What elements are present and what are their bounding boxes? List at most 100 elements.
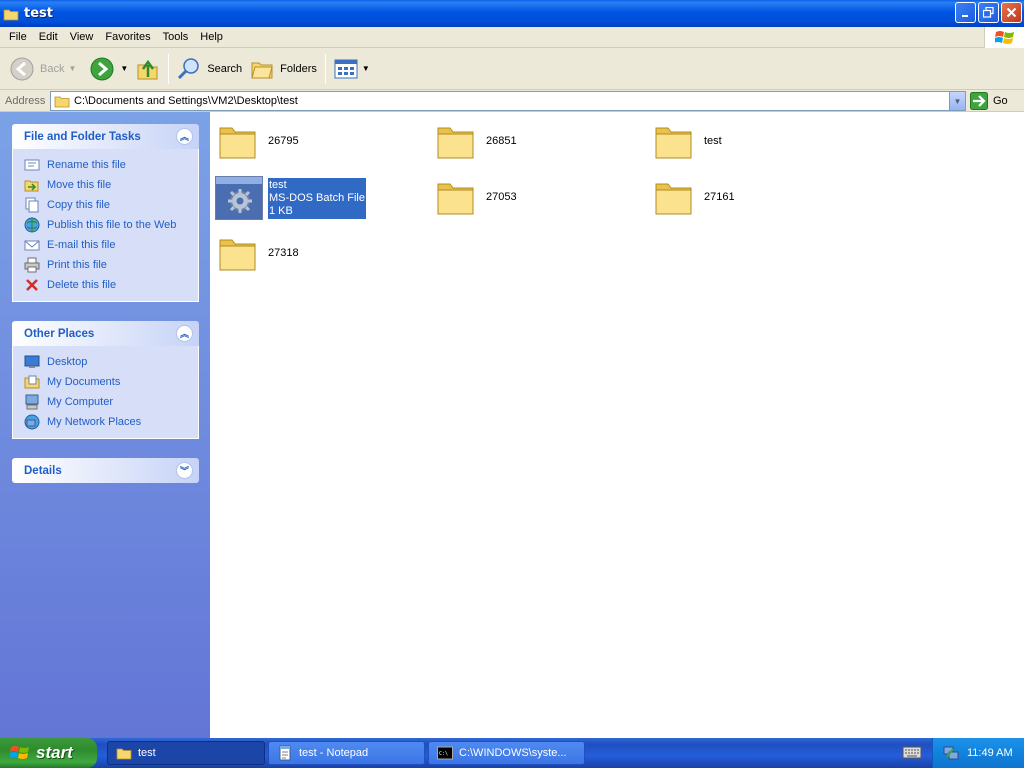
close-button[interactable] — [1001, 2, 1022, 23]
go-button[interactable]: Go — [970, 91, 1008, 111]
forward-dropdown-icon[interactable]: ▼ — [120, 64, 128, 73]
file-name: 27053 — [486, 191, 517, 203]
address-label: Address — [5, 94, 46, 107]
folder-icon — [655, 127, 692, 159]
task-label: Print this file — [47, 259, 107, 271]
address-dropdown-button[interactable]: ▼ — [949, 92, 965, 110]
move-file-link[interactable]: Move this file — [24, 175, 198, 195]
taskbar-item-explorer[interactable]: test — [107, 741, 265, 765]
up-folder-button[interactable] — [132, 51, 164, 87]
task-label: Delete this file — [47, 279, 117, 291]
panel-body: Desktop My Documents My Computer My Netw… — [12, 346, 199, 439]
panel-header[interactable]: Details ︾ — [12, 458, 199, 483]
keyboard-icon[interactable] — [902, 744, 922, 760]
batch-file-icon — [215, 176, 263, 220]
place-label: My Documents — [47, 376, 121, 388]
clock[interactable]: 11:49 AM — [967, 747, 1013, 759]
folder-item[interactable]: 26795 — [218, 122, 299, 160]
file-name: 27318 — [268, 247, 299, 259]
address-input[interactable]: C:\Documents and Settings\VM2\Desktop\te… — [50, 91, 966, 111]
file-size: 1 KB — [269, 204, 293, 217]
windows-flag-icon — [10, 746, 29, 759]
panel-header[interactable]: File and Folder Tasks ︽ — [12, 124, 199, 149]
restore-button[interactable] — [978, 2, 999, 23]
task-label: Publish this file to the Web — [47, 219, 177, 231]
delete-file-link[interactable]: Delete this file — [24, 275, 198, 295]
views-button[interactable]: ▼ — [330, 51, 374, 87]
minimize-button[interactable] — [955, 2, 976, 23]
search-icon — [178, 57, 200, 79]
taskbar-item-notepad[interactable]: test - Notepad — [268, 741, 425, 765]
title-bar[interactable]: test — [0, 0, 1024, 27]
collapse-icon[interactable]: ︽ — [176, 128, 193, 145]
panel-title: Details — [24, 464, 62, 477]
back-label: Back — [40, 62, 65, 75]
forward-button[interactable]: ▼ — [86, 51, 132, 87]
close-icon — [1006, 7, 1017, 18]
file-list: 26795 26851 test test MS-DOS Batch File … — [210, 112, 1024, 738]
menu-view[interactable]: View — [64, 27, 100, 48]
my-network-places-link[interactable]: My Network Places — [24, 412, 198, 432]
file-type: MS-DOS Batch File — [269, 191, 365, 204]
folder-item[interactable]: 27161 — [654, 178, 735, 216]
publish-file-link[interactable]: Publish this file to the Web — [24, 215, 198, 235]
taskbar-label: test — [138, 747, 156, 759]
windows-logo — [984, 27, 1024, 48]
panel-body: Rename this file Move this file Copy thi… — [12, 149, 199, 302]
place-label: My Network Places — [47, 416, 142, 428]
place-label: Desktop — [47, 356, 88, 368]
batch-file-item[interactable]: test MS-DOS Batch File 1 KB — [215, 176, 366, 220]
task-label: Rename this file — [47, 159, 126, 171]
folder-item[interactable]: test — [654, 122, 722, 160]
file-name: test — [269, 178, 287, 191]
delete-icon — [24, 277, 40, 293]
start-label: start — [36, 743, 73, 762]
copy-file-link[interactable]: Copy this file — [24, 195, 198, 215]
place-label: My Computer — [47, 396, 114, 408]
desktop-link[interactable]: Desktop — [24, 352, 198, 372]
menu-edit[interactable]: Edit — [33, 27, 64, 48]
taskbar-label: C:\WINDOWS\syste... — [459, 747, 567, 759]
folder-item[interactable]: 26851 — [436, 122, 517, 160]
folder-icon — [219, 239, 256, 271]
panel-header[interactable]: Other Places ︽ — [12, 321, 199, 346]
desktop-icon — [24, 354, 40, 370]
menu-file[interactable]: File — [0, 27, 33, 48]
selected-file-info: test MS-DOS Batch File 1 KB — [268, 177, 366, 219]
my-documents-link[interactable]: My Documents — [24, 372, 198, 392]
menu-tools[interactable]: Tools — [157, 27, 195, 48]
my-documents-icon — [24, 374, 40, 390]
panel-title: Other Places — [24, 327, 95, 340]
folder-item[interactable]: 27053 — [436, 178, 517, 216]
copy-icon — [24, 197, 40, 213]
folder-icon — [54, 96, 70, 108]
menu-help[interactable]: Help — [194, 27, 229, 48]
folder-item[interactable]: 27318 — [218, 234, 299, 272]
windows-flag-icon — [994, 30, 1014, 44]
back-button[interactable]: Back ▼ — [6, 51, 80, 87]
minimize-icon — [961, 14, 968, 17]
taskbar-item-command-prompt[interactable]: C:\ C:\WINDOWS\syste... — [428, 741, 585, 765]
back-dropdown-icon[interactable]: ▼ — [68, 64, 76, 73]
network-places-icon — [24, 414, 40, 430]
taskbar: start test test - Notepad C:\ C:\WINDOWS… — [0, 738, 1024, 768]
print-file-link[interactable]: Print this file — [24, 255, 198, 275]
expand-icon[interactable]: ︾ — [176, 462, 193, 479]
collapse-icon[interactable]: ︽ — [176, 325, 193, 342]
toolbar-separator — [168, 53, 170, 84]
email-file-link[interactable]: E-mail this file — [24, 235, 198, 255]
search-button[interactable]: Search — [173, 51, 246, 87]
system-tray: 11:49 AM — [932, 738, 1024, 768]
menu-favorites[interactable]: Favorites — [99, 27, 156, 48]
network-icon[interactable] — [943, 745, 959, 761]
folders-button[interactable]: Folders — [246, 51, 321, 87]
task-label: E-mail this file — [47, 239, 116, 251]
views-dropdown-icon[interactable]: ▼ — [362, 64, 370, 73]
file-name: 26795 — [268, 135, 299, 147]
move-icon — [24, 177, 40, 193]
my-computer-link[interactable]: My Computer — [24, 392, 198, 412]
rename-file-link[interactable]: Rename this file — [24, 155, 198, 175]
address-value: C:\Documents and Settings\VM2\Desktop\te… — [74, 95, 298, 107]
start-button[interactable]: start — [0, 738, 97, 768]
search-label: Search — [207, 62, 243, 75]
